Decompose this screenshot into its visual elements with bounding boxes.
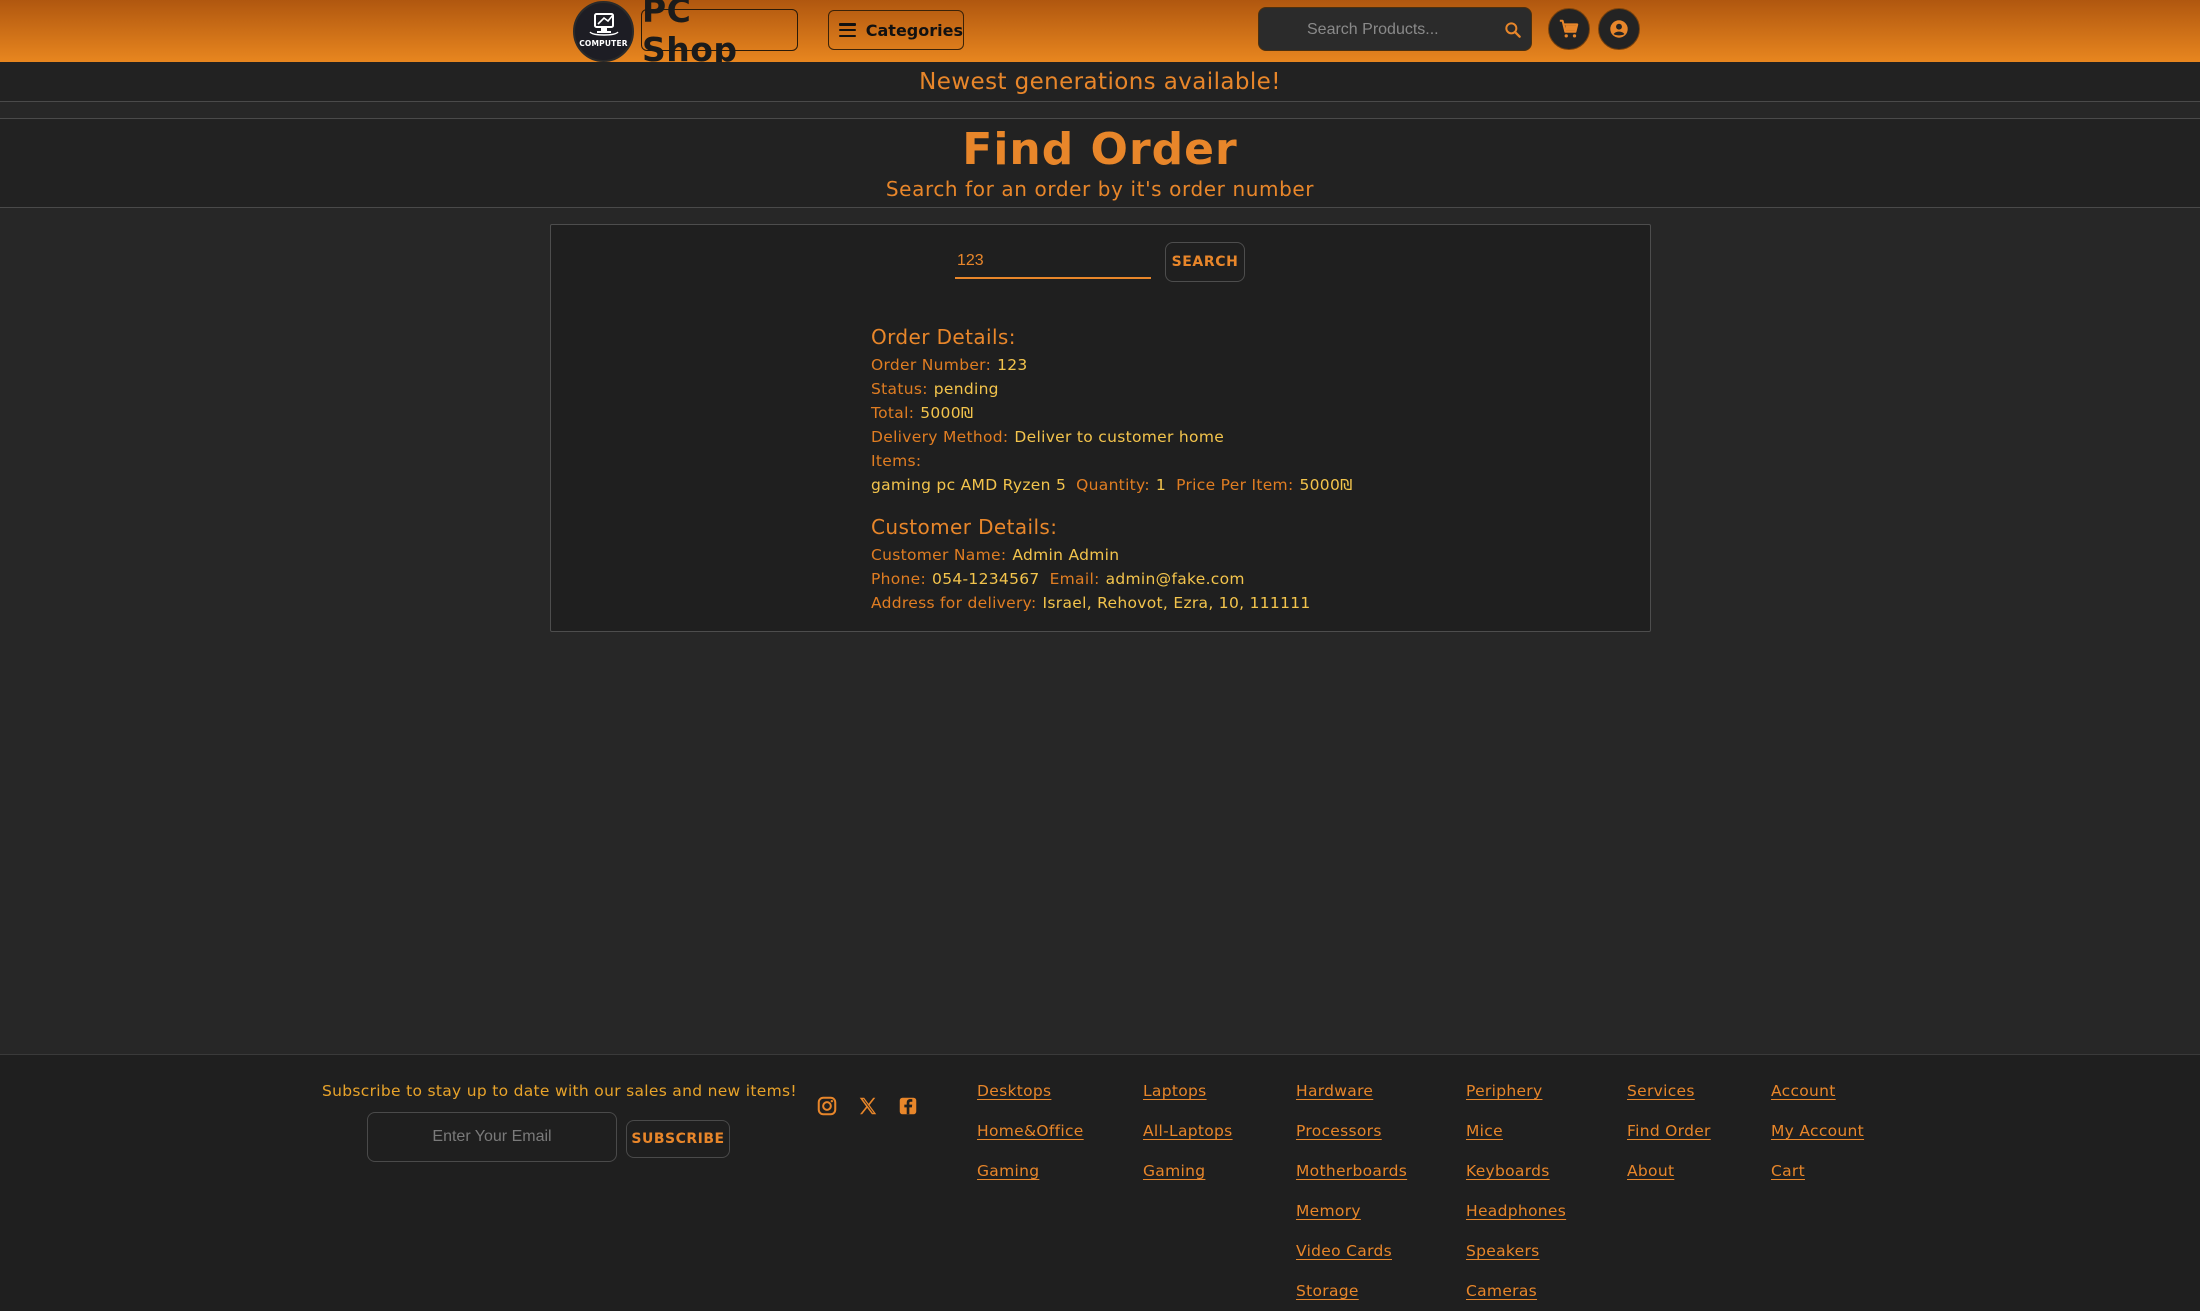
item-price-label: Price Per Item: bbox=[1176, 476, 1294, 494]
account-icon bbox=[1610, 20, 1628, 38]
item-quantity-value: 1 bbox=[1155, 476, 1167, 494]
total-row: Total: 5000₪ bbox=[871, 401, 1353, 425]
order-number-input[interactable] bbox=[955, 245, 1151, 277]
item-price-value: 5000₪ bbox=[1299, 476, 1353, 494]
footer-link[interactable]: Gaming bbox=[977, 1151, 1084, 1191]
categories-button[interactable]: Categories bbox=[828, 10, 964, 50]
footer-link[interactable]: Cart bbox=[1771, 1151, 1864, 1191]
item-name: gaming pc AMD Ryzen 5 bbox=[871, 476, 1067, 494]
footer-link[interactable]: Mice bbox=[1466, 1111, 1566, 1151]
cart-button[interactable] bbox=[1548, 8, 1590, 50]
footer-link[interactable]: Account bbox=[1771, 1071, 1864, 1111]
customer-name-row: Customer Name: Admin Admin bbox=[871, 543, 1353, 567]
instagram-icon[interactable] bbox=[816, 1095, 838, 1117]
page-title: Find Order bbox=[962, 124, 1238, 175]
footer-link[interactable]: Headphones bbox=[1466, 1191, 1566, 1231]
footer-link[interactable]: Find Order bbox=[1627, 1111, 1711, 1151]
footer-link[interactable]: Hardware bbox=[1296, 1071, 1407, 1111]
address-row: Address for delivery: Israel, Rehovot, Ez… bbox=[871, 591, 1353, 615]
items-label: Items: bbox=[871, 452, 922, 470]
footer-link[interactable]: Motherboards bbox=[1296, 1151, 1407, 1191]
footer-column-account: Account My Account Cart bbox=[1771, 1071, 1864, 1191]
footer-column-periphery: Periphery Mice Keyboards Headphones Spea… bbox=[1466, 1071, 1566, 1311]
footer-link[interactable]: Keyboards bbox=[1466, 1151, 1566, 1191]
address-value: Israel, Rehovot, Ezra, 10, 111111 bbox=[1042, 594, 1311, 612]
delivery-method-label: Delivery Method: bbox=[871, 428, 1009, 446]
footer-link[interactable]: Services bbox=[1627, 1071, 1711, 1111]
total-label: Total: bbox=[871, 404, 915, 422]
top-navbar: COMPUTER PC Shop Categories bbox=[0, 0, 2200, 69]
footer-link[interactable]: My Account bbox=[1771, 1111, 1864, 1151]
product-search-input[interactable] bbox=[1307, 18, 1497, 42]
contact-row: Phone: 054-1234567 Email: admin@fake.com bbox=[871, 567, 1353, 591]
footer-link[interactable]: Periphery bbox=[1466, 1071, 1566, 1111]
footer-link[interactable]: Storage bbox=[1296, 1271, 1407, 1311]
order-number-value: 123 bbox=[997, 356, 1028, 374]
announcement-banner: Newest generations available! bbox=[0, 62, 2200, 102]
categories-label: Categories bbox=[865, 20, 963, 40]
address-label: Address for delivery: bbox=[871, 594, 1037, 612]
footer-column-services: Services Find Order About bbox=[1627, 1071, 1711, 1191]
order-number-row: Order Number: 123 bbox=[871, 353, 1353, 377]
footer-link[interactable]: Processors bbox=[1296, 1111, 1407, 1151]
customer-name-label: Customer Name: bbox=[871, 546, 1007, 564]
logo-wordmark: COMPUTER bbox=[579, 38, 628, 48]
search-icon[interactable] bbox=[1503, 20, 1523, 40]
computer-logo-icon bbox=[588, 12, 619, 36]
order-number-label: Order Number: bbox=[871, 356, 992, 374]
email-value: admin@fake.com bbox=[1105, 570, 1245, 588]
footer-column-laptops: Laptops All-Laptops Gaming bbox=[1143, 1071, 1233, 1191]
items-row: Items: bbox=[871, 449, 1353, 473]
cart-icon bbox=[1559, 19, 1579, 38]
delivery-method-value: Deliver to customer home bbox=[1014, 428, 1225, 446]
subscribe-button[interactable]: SUBSCRIBE bbox=[626, 1120, 730, 1158]
order-details-heading: Order Details: bbox=[871, 325, 1016, 349]
phone-label: Phone: bbox=[871, 570, 927, 588]
menu-icon bbox=[839, 23, 856, 37]
footer-link[interactable]: All-Laptops bbox=[1143, 1111, 1233, 1151]
customer-name-value: Admin Admin bbox=[1012, 546, 1120, 564]
order-item: gaming pc AMD Ryzen 5 Quantity: 1 Price Per… bbox=[871, 473, 1353, 497]
facebook-icon[interactable] bbox=[897, 1095, 919, 1117]
footer-link[interactable]: Cameras bbox=[1466, 1271, 1566, 1311]
footer-link[interactable]: Speakers bbox=[1466, 1231, 1566, 1271]
search-button[interactable]: SEARCH bbox=[1165, 242, 1245, 282]
footer-link[interactable]: Desktops bbox=[977, 1071, 1084, 1111]
footer-link[interactable]: Video Cards bbox=[1296, 1231, 1407, 1271]
status-row: Status: pending bbox=[871, 377, 1353, 401]
email-label: Email: bbox=[1049, 570, 1100, 588]
brand-name[interactable]: PC Shop bbox=[641, 0, 798, 69]
newsletter-email-field bbox=[367, 1112, 617, 1162]
order-details: Order Details: Order Number: 123 Status: p… bbox=[871, 325, 1353, 615]
x-icon[interactable] bbox=[857, 1095, 879, 1117]
footer-column-desktops: Desktops Home&Office Gaming bbox=[977, 1071, 1084, 1191]
find-order-panel: SEARCH Order Details: Order Number: 123 S… bbox=[550, 224, 1651, 632]
subscribe-text: Subscribe to stay up to date with our sa… bbox=[322, 1082, 797, 1100]
footer: Subscribe to stay up to date with our sa… bbox=[0, 1054, 2200, 1311]
footer-link[interactable]: Home&Office bbox=[977, 1111, 1084, 1151]
page-header: Find Order Search for an order by it's o… bbox=[0, 118, 2200, 208]
account-button[interactable] bbox=[1598, 8, 1640, 50]
footer-link[interactable]: Gaming bbox=[1143, 1151, 1233, 1191]
item-quantity-label: Quantity: bbox=[1076, 476, 1150, 494]
footer-column-hardware: Hardware Processors Motherboards Memory … bbox=[1296, 1071, 1407, 1311]
product-search-box bbox=[1258, 7, 1532, 51]
footer-link[interactable]: About bbox=[1627, 1151, 1711, 1191]
customer-details: Customer Details: Customer Name: Admin Ad… bbox=[871, 515, 1353, 615]
footer-link[interactable]: Laptops bbox=[1143, 1071, 1233, 1111]
status-value: pending bbox=[933, 380, 999, 398]
customer-details-heading: Customer Details: bbox=[871, 515, 1058, 539]
footer-link[interactable]: Memory bbox=[1296, 1191, 1407, 1231]
newsletter-email-input[interactable] bbox=[368, 1113, 616, 1161]
page-subtitle: Search for an order by it's order number bbox=[885, 177, 1315, 201]
status-label: Status: bbox=[871, 380, 928, 398]
phone-value: 054-1234567 bbox=[932, 570, 1040, 588]
total-value: 5000₪ bbox=[920, 404, 974, 422]
logo[interactable]: COMPUTER bbox=[573, 1, 634, 62]
delivery-row: Delivery Method: Deliver to customer home bbox=[871, 425, 1353, 449]
order-number-field bbox=[955, 245, 1151, 279]
